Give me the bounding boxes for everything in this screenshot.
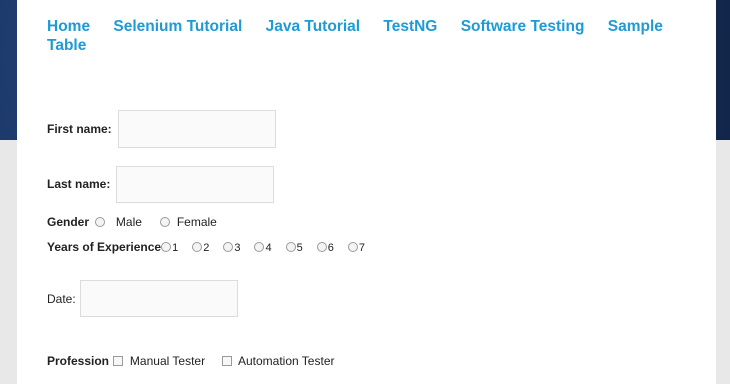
- experience-5-label: 5: [296, 242, 303, 254]
- gender-female-radio[interactable]: [160, 217, 171, 227]
- profession-label: Profession: [47, 354, 110, 368]
- experience-5-radio[interactable]: [285, 242, 296, 252]
- experience-6-label: 6: [327, 242, 334, 254]
- experience-option-4: 4: [254, 242, 272, 254]
- nav-link-selenium-tutorial[interactable]: Selenium Tutorial: [113, 18, 242, 35]
- last-name-label: Last name:: [47, 177, 111, 191]
- experience-row: Years of Experience 1 2 3 4 5 6 7: [47, 238, 379, 256]
- experience-option-7: 7: [347, 242, 365, 254]
- experience-option-5: 5: [285, 242, 303, 254]
- profession-manual-label: Manual Tester: [129, 354, 206, 368]
- experience-label: Years of Experience: [47, 240, 162, 254]
- experience-7-label: 7: [358, 242, 365, 254]
- nav-link-java-tutorial[interactable]: Java Tutorial: [266, 18, 360, 35]
- first-name-label: First name:: [47, 122, 112, 136]
- profession-automation-checkbox[interactable]: [221, 356, 232, 366]
- last-name-input[interactable]: [116, 166, 274, 203]
- profession-automation-label: Automation Tester: [237, 354, 335, 368]
- experience-option-1: 1: [161, 242, 178, 254]
- experience-1-label: 1: [172, 242, 179, 254]
- experience-4-radio[interactable]: [254, 242, 265, 252]
- experience-2-label: 2: [203, 242, 210, 254]
- experience-3-label: 3: [234, 242, 241, 254]
- experience-option-3: 3: [223, 242, 240, 254]
- date-label: Date:: [47, 292, 76, 306]
- gender-male-radio[interactable]: [95, 217, 106, 227]
- experience-option-2: 2: [192, 242, 209, 254]
- experience-option-6: 6: [316, 242, 334, 254]
- gender-row: Gender Male Female: [47, 213, 217, 231]
- nav-link-home[interactable]: Home: [47, 18, 90, 35]
- gender-label: Gender: [47, 215, 90, 229]
- first-name-input[interactable]: [118, 110, 276, 148]
- page-content: Home Selenium Tutorial Java Tutorial Tes…: [17, 0, 716, 384]
- experience-7-radio[interactable]: [347, 242, 358, 252]
- profession-manual-checkbox[interactable]: [113, 356, 124, 366]
- gender-female-label: Female: [176, 215, 217, 229]
- experience-3-radio[interactable]: [223, 242, 234, 252]
- top-nav: Home Selenium Tutorial Java Tutorial Tes…: [47, 17, 697, 55]
- date-input[interactable]: [80, 280, 238, 317]
- experience-6-radio[interactable]: [316, 242, 327, 252]
- experience-4-label: 4: [265, 242, 272, 254]
- experience-2-radio[interactable]: [192, 242, 203, 252]
- experience-1-radio[interactable]: [161, 242, 172, 252]
- gender-male-label: Male: [115, 215, 142, 229]
- nav-link-testng[interactable]: TestNG: [383, 18, 437, 35]
- nav-link-software-testing[interactable]: Software Testing: [461, 18, 585, 35]
- profession-row: Profession Manual Tester Automation Test…: [47, 352, 334, 370]
